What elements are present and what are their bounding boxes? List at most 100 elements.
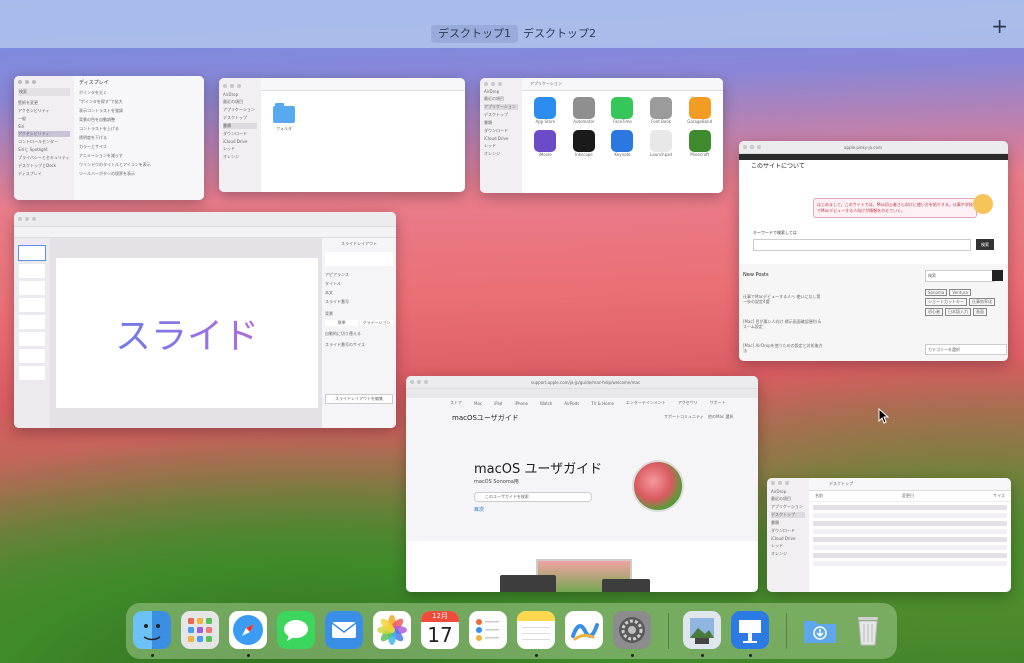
slide-thumbnail[interactable] [19, 349, 45, 363]
slide-thumbnail[interactable] [18, 245, 46, 261]
panel-item[interactable]: 自動的に切り替える [325, 331, 393, 337]
guide-url[interactable]: support.apple.com/ja-jp/guide/mac-help/w… [531, 380, 640, 385]
photos-icon[interactable] [373, 611, 411, 649]
apps-sidebar-item[interactable]: レッド [484, 143, 518, 149]
keynote-window[interactable]: スライド スライドレイアウト アピアランス タイトル 本文 スライド番号 背景 … [14, 212, 396, 428]
finder2-sidebar-item[interactable]: デスクトップ [771, 512, 805, 518]
app-item[interactable]: GarageBand [680, 97, 719, 124]
safari-icon[interactable] [229, 611, 267, 649]
app-item[interactable]: Minecraft [680, 130, 719, 157]
category-select[interactable]: カテゴリーを選択 [925, 344, 1007, 355]
nav-item[interactable]: ストア [450, 400, 462, 406]
messages-icon[interactable] [277, 611, 315, 649]
tag[interactable]: ショートカットキー [925, 298, 967, 306]
nav-item[interactable]: Mac [474, 401, 482, 406]
post-link[interactable]: [Mac] AirDropを使うための設定と対処後方法 [743, 343, 823, 353]
finder2-sidebar-item[interactable]: 最近の項目 [771, 496, 805, 502]
app-item[interactable]: App Store [526, 97, 565, 124]
community-link[interactable]: サポートコミュニティ [664, 414, 704, 420]
finder2-sidebar-item[interactable]: AirDrop [771, 489, 805, 494]
launchpad-icon[interactable] [181, 611, 219, 649]
finder-window-desktop[interactable]: AirDrop 最近の項目 アプリケーション デスクトップ 書類 ダウンロード … [767, 478, 1011, 592]
nav-item[interactable]: TV & Home [591, 401, 614, 406]
finder-sidebar-item[interactable]: デスクトップ [223, 115, 257, 121]
tag[interactable]: Sonoma [925, 289, 948, 296]
settings-row[interactable]: ポインタを太く [79, 90, 199, 96]
finder-window-documents[interactable]: AirDrop 最近の項目 アプリケーション デスクトップ 書類 ダウンロード … [219, 78, 465, 192]
settings-search-input[interactable]: 検索 [18, 88, 70, 96]
settings-sidebar-item[interactable]: デスクトップとDock [18, 163, 70, 169]
slide-thumbnail[interactable] [19, 366, 45, 380]
post-link[interactable]: [Mac] 目が悪い人向け 標示画面確認便利 & ズーム設定 [743, 319, 823, 329]
reminders-icon[interactable] [469, 611, 507, 649]
settings-row[interactable]: ウインドウのタイトルとアイコンを表示 [79, 162, 199, 168]
panel-item[interactable]: スライド番号のサイズ [325, 342, 393, 348]
tag[interactable]: 初心者 [925, 308, 943, 316]
finder-sidebar-item[interactable]: レッド [223, 146, 257, 152]
settings-row[interactable]: 背景の色を自動調整 [79, 117, 199, 123]
settings-row[interactable]: 透明度を下げる [79, 135, 199, 141]
layout-picker[interactable] [325, 252, 393, 266]
column-size[interactable]: サイズ [993, 493, 1005, 499]
blog-url[interactable]: apple.pinky-ja.com [844, 145, 882, 150]
format-panel-tab[interactable]: スライドレイアウト [325, 241, 393, 247]
apps-sidebar-item[interactable]: アプリケーション [484, 104, 518, 110]
mail-icon[interactable] [325, 611, 363, 649]
guide-brand[interactable]: macOSユーザガイド [452, 413, 519, 423]
apps-sidebar-item[interactable]: AirDrop [484, 89, 518, 94]
apps-sidebar-item[interactable]: 書類 [484, 120, 518, 126]
nav-item[interactable]: アクセサリ [678, 400, 698, 406]
panel-item[interactable]: 本文 [325, 290, 393, 296]
keyword-search-button[interactable]: 検索 [976, 239, 994, 250]
finder2-sidebar-item[interactable]: iCloud Drive [771, 536, 805, 541]
app-item[interactable]: Launchpad [642, 130, 681, 157]
sidebar-search-input[interactable]: 検索 [925, 270, 995, 282]
settings-row[interactable]: 表示コントラストを強調 [79, 108, 199, 114]
safari-blog-window[interactable]: apple.pinky-ja.com このサイトについて はじめまして。このサイ… [739, 141, 1008, 361]
sidebar-search-button[interactable] [992, 270, 1003, 281]
keynote-icon[interactable] [731, 611, 769, 649]
panel-item[interactable]: タイトル [325, 281, 393, 287]
finder-sidebar-item[interactable]: ダウンロード [223, 131, 257, 137]
finder-sidebar-item[interactable]: iCloud Drive [223, 139, 257, 144]
finder2-sidebar-item[interactable]: オレンジ [771, 551, 805, 557]
downloads-folder-icon[interactable] [801, 611, 839, 649]
slide-canvas[interactable]: スライド [56, 258, 318, 408]
panel-item[interactable]: 標準 [325, 320, 358, 326]
settings-sidebar-item[interactable]: 壁紙を変更 [18, 100, 70, 106]
panel-item[interactable]: グラデーション [360, 320, 393, 326]
preview-icon[interactable] [683, 611, 721, 649]
finder-sidebar-item[interactable]: 書類 [223, 123, 257, 129]
apps-sidebar-item[interactable]: iCloud Drive [484, 136, 518, 141]
edit-slide-layout-button[interactable]: スライドレイアウトを編集 [325, 394, 393, 404]
slide-thumbnail[interactable] [19, 298, 45, 312]
calendar-icon[interactable]: 12月 17 [421, 611, 459, 649]
settings-row[interactable]: コントラストを上げる [79, 126, 199, 132]
nav-item[interactable]: Watch [540, 401, 552, 406]
settings-sidebar-item[interactable]: Siriと Spotlight [18, 147, 70, 153]
finder-window-applications[interactable]: AirDrop 最近の項目 アプリケーション デスクトップ 書類 ダウンロード … [480, 78, 723, 193]
folder-item[interactable]: フォルダ [273, 103, 295, 132]
slide-title-text[interactable]: スライド [115, 307, 259, 359]
panel-item[interactable]: スライド番号 [325, 299, 393, 305]
settings-row[interactable]: アニメーションを減らす [79, 153, 199, 159]
nav-item[interactable]: iPhone [514, 401, 528, 406]
settings-row[interactable]: "ポインタを探す"で拡大 [79, 99, 199, 105]
slide-thumbnail[interactable] [19, 281, 45, 295]
tag[interactable]: 日本語入力 [945, 308, 971, 316]
slide-thumbnail[interactable] [19, 332, 45, 346]
nav-item[interactable]: AirPods [564, 401, 579, 406]
space-desktop-1[interactable]: デスクトップ1 [431, 25, 518, 43]
nav-item[interactable]: サポート [710, 400, 726, 406]
finder-sidebar-item[interactable]: アプリケーション [223, 107, 257, 113]
post-link[interactable]: 仕事でMacデビューする人へ 使いになし第一歩の設定4選 [743, 294, 823, 304]
app-item[interactable]: Keynote [603, 130, 642, 157]
app-item[interactable]: Font Book [642, 97, 681, 124]
app-item[interactable]: Automator [565, 97, 604, 124]
space-desktop-2[interactable]: デスクトップ2 [516, 25, 603, 43]
settings-sidebar-item[interactable]: アクセシビリティ [18, 108, 70, 114]
settings-sidebar-item[interactable]: コントロールセンター [18, 139, 70, 145]
finder-sidebar-item[interactable]: オレンジ [223, 154, 257, 160]
slide-thumbnail[interactable] [19, 315, 45, 329]
trash-icon[interactable] [849, 611, 887, 649]
